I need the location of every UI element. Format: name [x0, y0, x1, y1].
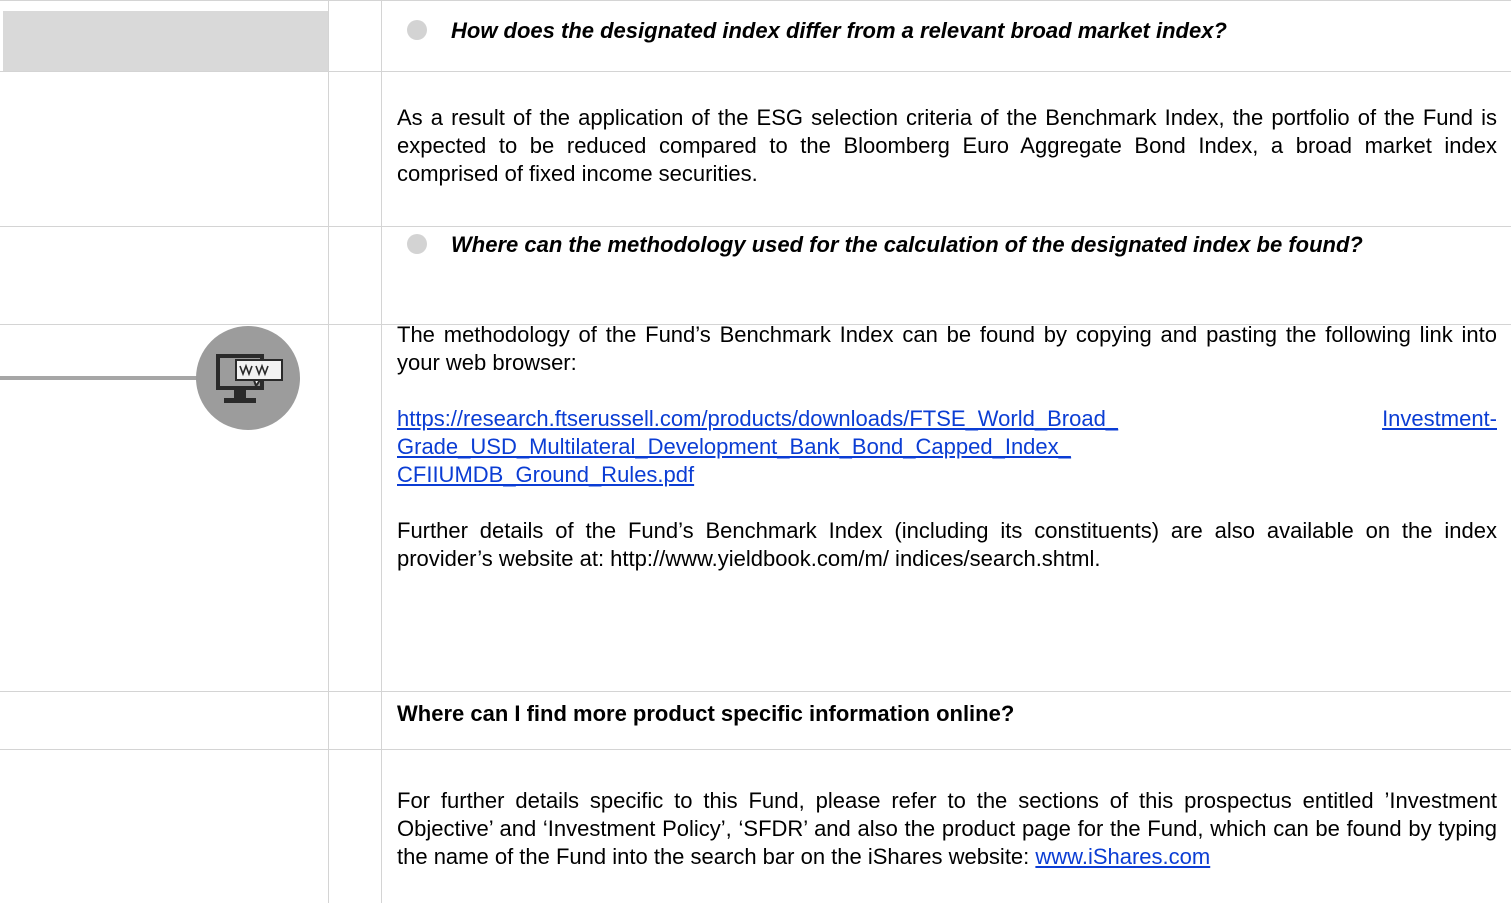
column-divider: [328, 71, 329, 226]
column-divider: [328, 692, 329, 749]
table-row: Where can the methodology used for the c…: [0, 227, 1511, 325]
bullet-dot-icon: [407, 20, 427, 40]
column-divider: [328, 1, 329, 71]
column-divider: [328, 227, 329, 324]
column-divider: [381, 1, 382, 71]
table-row: Where can I find more product specific i…: [0, 692, 1511, 750]
column-divider: [381, 71, 382, 226]
methodology-link-part[interactable]: CFIIUMDB_Ground_Rules.pdf: [397, 462, 694, 487]
question-heading: How does the designated index differ fro…: [397, 17, 1497, 45]
question-heading: Where can the methodology used for the c…: [397, 231, 1497, 259]
column-divider: [328, 750, 329, 903]
column-divider: [381, 227, 382, 324]
question-text: How does the designated index differ fro…: [451, 18, 1227, 43]
document-table: How does the designated index differ fro…: [0, 0, 1511, 903]
answer-intro: The methodology of the Fund’s Benchmark …: [397, 322, 1497, 375]
column-divider: [381, 325, 382, 691]
web-computer-chat-icon: [196, 326, 300, 430]
answer-more: Further details of the Fund’s Benchmark …: [397, 518, 1497, 571]
methodology-link-part[interactable]: Investment-: [1382, 405, 1497, 433]
methodology-link-part[interactable]: https://research.ftserussell.com/product…: [397, 405, 1118, 433]
methodology-link[interactable]: https://research.ftserussell.com/product…: [397, 405, 1497, 489]
question-heading: Where can I find more product specific i…: [397, 701, 1015, 726]
answer-text-body: For further details specific to this Fun…: [397, 788, 1497, 869]
computer-icon-graphic: [216, 354, 283, 403]
column-divider: [381, 750, 382, 903]
answer-text: For further details specific to this Fun…: [397, 787, 1497, 871]
table-row: How does the designated index differ fro…: [0, 0, 1511, 72]
shaded-cell: [3, 11, 328, 71]
methodology-link-part[interactable]: Grade_USD_Multilateral_Development_Bank_…: [397, 434, 1071, 459]
bullet-dot-icon: [407, 234, 427, 254]
column-divider: [328, 325, 329, 691]
ishares-link[interactable]: www.iShares.com: [1035, 844, 1210, 869]
answer-block: The methodology of the Fund’s Benchmark …: [397, 322, 1497, 573]
connector-line: [0, 376, 200, 380]
table-row: As a result of the application of the ES…: [0, 71, 1511, 227]
question-text: Where can the methodology used for the c…: [451, 232, 1363, 257]
table-row: For further details specific to this Fun…: [0, 750, 1511, 903]
column-divider: [381, 692, 382, 749]
answer-text: As a result of the application of the ES…: [397, 105, 1497, 186]
